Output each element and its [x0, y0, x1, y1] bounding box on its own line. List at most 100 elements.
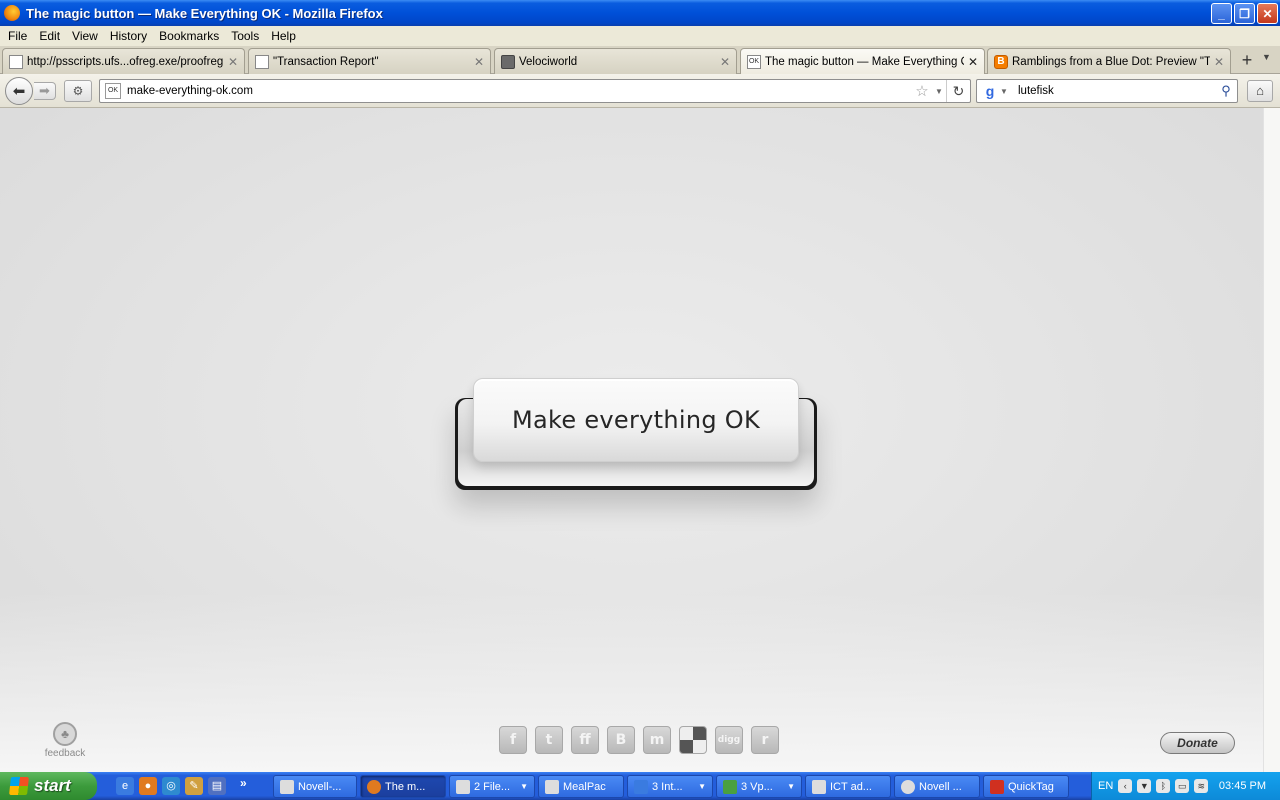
system-tray: EN ‹ ▼ ᛒ ▭ ≋ 03:45 PM [1091, 772, 1280, 800]
taskbar-button-ict[interactable]: ICT ad... [805, 775, 891, 798]
menu-history[interactable]: History [104, 29, 153, 43]
group-dropdown-icon: ▼ [698, 782, 706, 791]
monitor-icon[interactable]: ▭ [1175, 779, 1190, 793]
taskbar-button-internet[interactable]: 3 Int... ▼ [627, 775, 713, 798]
tab-psscripts[interactable]: http://psscripts.ufs...ofreg.exe/proofre… [2, 48, 245, 74]
start-button[interactable]: start [0, 772, 97, 800]
donate-button[interactable]: Donate [1160, 732, 1235, 754]
digg-icon[interactable]: digg [715, 726, 743, 754]
search-input[interactable] [1010, 85, 1215, 97]
reload-icon[interactable]: ↻ [946, 80, 970, 102]
app-icon [280, 779, 294, 794]
facebook-icon[interactable]: f [499, 726, 527, 754]
window-controls: _ ❐ ✕ [1211, 3, 1278, 24]
taskbar-button-firefox[interactable]: The m... [360, 775, 446, 798]
menu-view[interactable]: View [66, 29, 104, 43]
share-buttons: f t ff B m digg r [499, 726, 779, 754]
taskbar-button-label: 2 File... [474, 780, 511, 793]
close-tab-icon[interactable]: ✕ [720, 55, 730, 69]
globe-icon [901, 779, 915, 794]
minimize-button[interactable]: _ [1211, 3, 1232, 24]
taskbar-button-label: QuickTag [1008, 780, 1054, 793]
navigation-toolbar: ⬅ ➡ ⚙ OK ☆ ▼ ↻ g ▼ ⚲ ⌂ [0, 74, 1280, 108]
close-button[interactable]: ✕ [1257, 3, 1278, 24]
site-identity-icon[interactable]: OK [105, 83, 121, 99]
blogger-icon: B [994, 54, 1008, 69]
taskbar-button-novell[interactable]: Novell-... [273, 775, 357, 798]
history-dropdown-icon[interactable]: ▼ [932, 87, 946, 96]
reddit-icon[interactable]: r [751, 726, 779, 754]
twitter-icon[interactable]: t [535, 726, 563, 754]
forward-button[interactable]: ➡ [34, 82, 56, 100]
firefox-icon[interactable]: ● [139, 777, 157, 795]
tab-magic-button[interactable]: OK The magic button — Make Everything OK… [740, 48, 985, 75]
new-tab-button[interactable]: + [1236, 50, 1258, 72]
tab-velociworld[interactable]: Velociworld ✕ [494, 48, 737, 74]
delicious-icon[interactable] [679, 726, 707, 754]
tray-expand-icon[interactable]: ‹ [1118, 779, 1133, 793]
taskbar-button-label: ICT ad... [830, 780, 872, 793]
wireless-icon[interactable]: ≋ [1194, 779, 1209, 793]
browser-icon[interactable]: ◎ [162, 777, 180, 795]
tab-transaction-report[interactable]: "Transaction Report" ✕ [248, 48, 491, 74]
page-icon [9, 54, 23, 69]
tab-ramblings[interactable]: B Ramblings from a Blue Dot: Preview "Th… [987, 48, 1231, 74]
feedback-label: feedback [44, 748, 86, 759]
quick-launch: e ● ◎ ✎ ▤ [116, 777, 226, 795]
bluetooth-icon[interactable]: ᛒ [1156, 779, 1171, 793]
group-dropdown-icon: ▼ [787, 782, 795, 791]
vertical-scrollbar[interactable] [1263, 108, 1280, 772]
url-input[interactable] [127, 85, 912, 97]
close-tab-icon[interactable]: ✕ [968, 55, 978, 69]
shield-icon[interactable]: ▼ [1137, 779, 1152, 793]
ie-icon[interactable]: e [116, 777, 134, 795]
ie-icon [634, 779, 648, 794]
taskbar-button-files[interactable]: 2 File... ▼ [449, 775, 535, 798]
menu-help[interactable]: Help [265, 29, 302, 43]
menu-bookmarks[interactable]: Bookmarks [153, 29, 225, 43]
taskbar-button-vpn[interactable]: 3 Vp... ▼ [716, 775, 802, 798]
url-bar[interactable]: OK ☆ ▼ ↻ [99, 79, 971, 103]
quick-launch-more-icon[interactable]: » [240, 776, 247, 790]
blogger-icon[interactable]: B [607, 726, 635, 754]
bookmark-star-icon[interactable]: ☆ [912, 82, 932, 100]
save-icon[interactable]: ▤ [208, 777, 226, 795]
tab-strip: http://psscripts.ufs...ofreg.exe/proofre… [0, 46, 1280, 75]
close-tab-icon[interactable]: ✕ [1214, 55, 1224, 69]
home-button[interactable]: ⌂ [1247, 80, 1273, 102]
search-bar[interactable]: g ▼ ⚲ [976, 79, 1238, 103]
friendfeed-icon[interactable]: ff [571, 726, 599, 754]
window-title-bar[interactable]: The magic button — Make Everything OK - … [0, 0, 1280, 26]
tab-groups-button[interactable]: ⚙ [64, 80, 92, 102]
button-label: Make everything OK [511, 406, 761, 434]
tool-icon[interactable]: ✎ [185, 777, 203, 795]
taskbar-button-novell-2[interactable]: Novell ... [894, 775, 980, 798]
search-icon[interactable]: ⚲ [1215, 83, 1237, 99]
page-icon [255, 54, 269, 69]
close-tab-icon[interactable]: ✕ [228, 55, 238, 69]
window-title: The magic button — Make Everything OK - … [26, 5, 383, 21]
back-button[interactable]: ⬅ [5, 77, 33, 105]
firefox-icon [367, 779, 381, 794]
menu-tools[interactable]: Tools [225, 29, 265, 43]
close-tab-icon[interactable]: ✕ [474, 55, 484, 69]
taskbar-button-label: MealPac [563, 780, 606, 793]
magic-button-assembly: Make everything OK [455, 378, 817, 490]
clock[interactable]: 03:45 PM [1219, 780, 1266, 792]
menu-edit[interactable]: Edit [33, 29, 66, 43]
taskbar-button-label: 3 Vp... [741, 780, 773, 793]
menu-file[interactable]: File [2, 29, 33, 43]
app-icon [545, 779, 559, 794]
make-everything-ok-button[interactable]: Make everything OK [473, 378, 799, 462]
myspace-icon[interactable]: m [643, 726, 671, 754]
restore-button[interactable]: ❐ [1234, 3, 1255, 24]
engine-dropdown-icon[interactable]: ▼ [998, 87, 1010, 96]
language-indicator[interactable]: EN [1098, 780, 1113, 792]
taskbar-button-quicktag[interactable]: QuickTag [983, 775, 1069, 798]
feedback-link[interactable]: ♣ feedback [40, 722, 90, 759]
windows-taskbar: start e ● ◎ ✎ ▤ » Novell-... The m... 2 … [0, 772, 1280, 800]
taskbar-button-mealpac[interactable]: MealPac [538, 775, 624, 798]
folder-icon [456, 779, 470, 794]
google-engine-icon[interactable]: g [982, 83, 998, 99]
tab-list-dropdown-icon[interactable]: ▼ [1262, 52, 1271, 62]
